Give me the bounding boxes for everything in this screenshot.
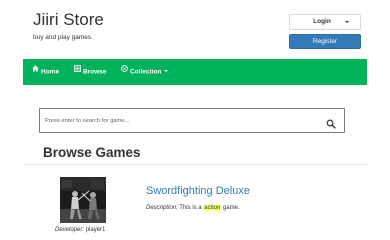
chevron-down-icon: [345, 21, 349, 23]
login-label: Login: [313, 18, 331, 25]
search-icon[interactable]: [326, 116, 336, 129]
circle-icon: [121, 58, 128, 84]
nav-item-browse[interactable]: Browse: [73, 58, 107, 85]
description-genre-highlight: action: [203, 205, 222, 211]
game-title-link[interactable]: Swordfighting Deluxe: [146, 185, 250, 198]
list-icon: [73, 58, 82, 84]
description-suffix: game.: [222, 205, 240, 211]
nav-collection-label: Collection: [130, 68, 162, 76]
register-button[interactable]: Register: [289, 34, 361, 49]
nav-item-home[interactable]: Home: [32, 59, 59, 85]
nav-home-label: Home: [41, 68, 60, 76]
game-thumbnail[interactable]: [60, 177, 106, 223]
description-label: Description:: [146, 205, 178, 211]
store-tagline: buy and play games: [33, 34, 92, 41]
search-input[interactable]: [45, 110, 315, 131]
developer-name: player1: [85, 227, 106, 233]
home-icon: [32, 58, 39, 84]
login-dropdown-button[interactable]: Login: [289, 14, 361, 30]
nav-item-collection[interactable]: Collection: [121, 58, 169, 85]
nav-browse-label: Browse: [83, 68, 107, 76]
developer-label: Developer:: [55, 227, 85, 233]
main-navbar: Home Browse Collection: [23, 59, 367, 85]
page-title: Browse Games: [43, 145, 141, 160]
search-box: [39, 108, 345, 133]
description-prefix: This is a: [179, 205, 202, 211]
section-divider: [23, 164, 367, 165]
game-developer: Developer: player1: [55, 226, 105, 234]
chevron-down-icon: [164, 70, 169, 72]
store-title: Jiiri Store: [33, 10, 104, 29]
game-description: Description: This is a action game.: [146, 204, 240, 212]
